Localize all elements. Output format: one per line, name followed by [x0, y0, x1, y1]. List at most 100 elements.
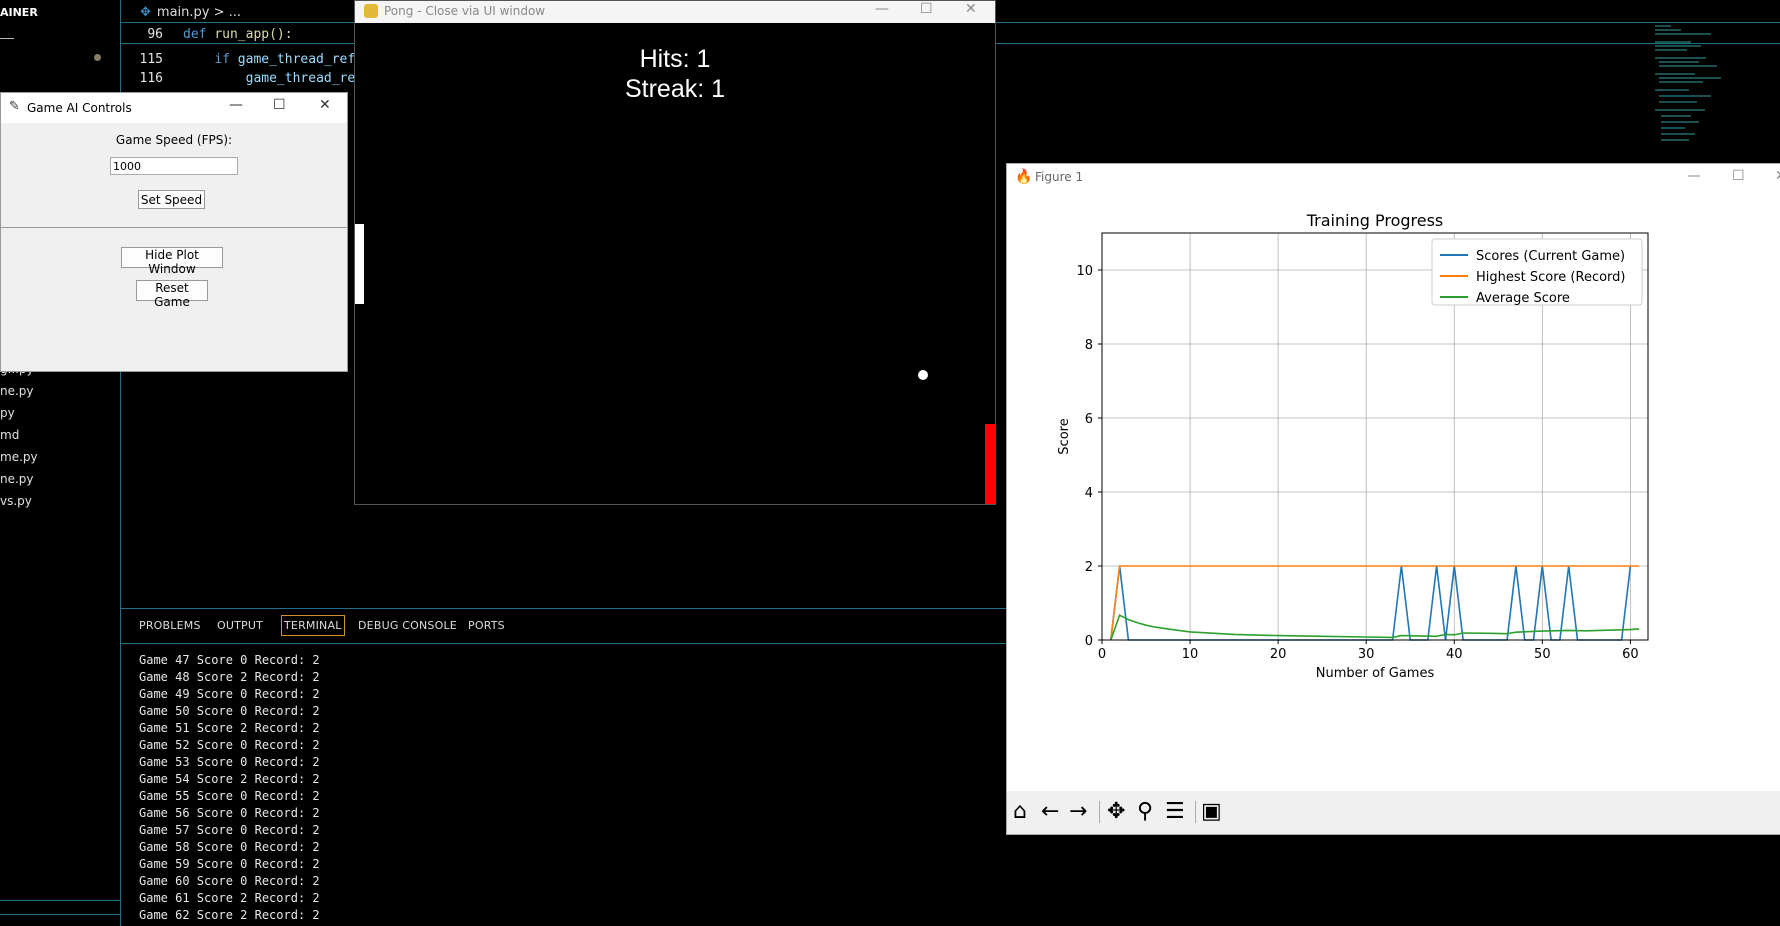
explorer-file[interactable]: py: [0, 406, 15, 420]
terminal-line: Game 53 Score 0 Record: 2: [139, 755, 320, 769]
training-progress-chart[interactable]: 0 10 20 30 40 50 60 0 2 4 6 8 10 Training Progress Num…: [1007, 192, 1780, 791]
terminal-line: Game 57 Score 0 Record: 2: [139, 823, 320, 837]
window-title: Game AI Controls: [27, 101, 132, 115]
terminal-line: Game 49 Score 0 Record: 2: [139, 687, 320, 701]
panel-divider: [121, 643, 1006, 644]
code-line[interactable]: 115 if game_thread_ref: [121, 52, 356, 67]
code-line[interactable]: 96 def run_app():: [121, 27, 293, 42]
y-tick-label: 6: [1085, 412, 1093, 427]
keyword: if: [214, 52, 230, 67]
close-icon[interactable]: ✕: [1775, 168, 1780, 184]
speed-input[interactable]: [110, 157, 238, 175]
minimize-icon[interactable]: —: [229, 97, 243, 113]
x-tick-label: 20: [1270, 647, 1287, 662]
x-axis-label: Number of Games: [1316, 666, 1435, 681]
close-icon[interactable]: ✕: [319, 97, 331, 113]
terminal-line: Game 59 Score 0 Record: 2: [139, 857, 320, 871]
tab-problems[interactable]: PROBLEMS: [139, 619, 201, 632]
home-icon[interactable]: ⌂: [1013, 799, 1027, 824]
zoom-icon[interactable]: ⚲: [1137, 799, 1153, 824]
toolbar-divider: [1195, 801, 1196, 823]
panel-tabs: PROBLEMS OUTPUT TERMINAL DEBUG CONSOLE P…: [121, 608, 1006, 642]
terminal-line: Game 56 Score 0 Record: 2: [139, 806, 320, 820]
code-line[interactable]: 116 game_thread_re: [121, 71, 356, 86]
terminal-line: Game 50 Score 0 Record: 2: [139, 704, 320, 718]
maximize-icon[interactable]: ☐: [273, 97, 286, 113]
modified-dot: [94, 54, 101, 61]
streak-counter: Streak: 1: [624, 75, 726, 103]
explorer-file[interactable]: ne.py: [0, 472, 34, 486]
explorer-underline: [0, 38, 14, 39]
maximize-icon[interactable]: ☐: [1732, 168, 1745, 184]
tab-terminal[interactable]: TERMINAL: [281, 615, 345, 636]
python-file-icon: ✥: [140, 5, 151, 20]
y-tick-label: 10: [1076, 264, 1093, 279]
explorer-file[interactable]: ne.py: [0, 384, 34, 398]
code-text: ():: [269, 27, 293, 42]
titlebar[interactable]: Pong - Close via UI window — ☐ ✕: [355, 1, 995, 23]
pan-icon[interactable]: ✥: [1107, 799, 1125, 824]
tab-output[interactable]: OUTPUT: [217, 619, 263, 632]
terminal-output[interactable]: Game 47 Score 0 Record: 2 Game 48 Score 2…: [139, 652, 320, 924]
divider: [0, 900, 120, 901]
window-title: Pong - Close via UI window: [384, 4, 546, 18]
maximize-icon[interactable]: ☐: [920, 1, 933, 17]
left-paddle: [355, 224, 364, 304]
terminal-line: Game 60 Score 0 Record: 2: [139, 874, 320, 888]
chart-title: Training Progress: [1306, 211, 1444, 230]
hide-plot-window-button[interactable]: Hide Plot Window: [121, 247, 223, 276]
x-tick-label: 40: [1446, 647, 1463, 662]
x-tick-label: 60: [1622, 647, 1639, 662]
feather-icon: ✎: [9, 99, 20, 114]
minimize-icon[interactable]: —: [1687, 168, 1701, 184]
window-title: Figure 1: [1035, 170, 1084, 184]
terminal-line: Game 48 Score 2 Record: 2: [139, 670, 320, 684]
terminal-line: Game 51 Score 2 Record: 2: [139, 721, 320, 735]
code-text: game_thread_ref: [229, 52, 356, 67]
keyword: def: [183, 27, 207, 42]
back-arrow-icon[interactable]: ←: [1041, 799, 1059, 824]
tab-debug-console[interactable]: DEBUG CONSOLE: [358, 619, 457, 632]
explorer-file[interactable]: vs.py: [0, 494, 32, 508]
figure-window: 🔥 Figure 1 — ☐ ✕ 0 10 20 30 40 50 60 0 2 4 6 8 10 Tra…: [1006, 163, 1780, 835]
forward-arrow-icon[interactable]: →: [1069, 799, 1087, 824]
titlebar[interactable]: ✎ Game AI Controls — ☐ ✕: [1, 93, 347, 123]
line-number: 96: [147, 27, 163, 42]
ball: [918, 370, 928, 380]
divider: [0, 914, 120, 915]
hits-counter: Hits: 1: [639, 45, 711, 73]
breadcrumb-file[interactable]: main.py: [157, 5, 210, 20]
y-tick-label: 0: [1085, 634, 1093, 649]
breadcrumb[interactable]: ✥ main.py > ...: [140, 5, 241, 20]
reset-game-button[interactable]: Reset Game: [136, 280, 208, 309]
configure-icon[interactable]: ☰: [1165, 799, 1185, 824]
right-paddle: [985, 424, 995, 504]
terminal-line: Game 61 Score 2 Record: 2: [139, 891, 320, 905]
series-line: [1110, 565, 1632, 641]
plot-toolbar: ⌂ ← → ✥ ⚲ ☰ ▣: [1007, 791, 1780, 834]
game-ai-controls-window: ✎ Game AI Controls — ☐ ✕ Game Speed (FPS…: [0, 92, 348, 372]
tab-ports[interactable]: PORTS: [468, 619, 505, 632]
speed-label: Game Speed (FPS):: [115, 133, 233, 147]
explorer-file[interactable]: md: [0, 428, 19, 442]
breadcrumb-rest[interactable]: > ...: [214, 5, 241, 20]
line-number: 116: [139, 71, 163, 86]
legend-label: Average Score: [1476, 291, 1570, 306]
set-speed-button[interactable]: Set Speed: [138, 190, 205, 209]
pong-window: Pong - Close via UI window — ☐ ✕ Hits: 1…: [354, 0, 996, 505]
titlebar[interactable]: 🔥 Figure 1 — ☐ ✕: [1007, 164, 1780, 192]
explorer-file[interactable]: me.py: [0, 450, 38, 464]
close-icon[interactable]: ✕: [965, 1, 977, 17]
minimize-icon[interactable]: —: [875, 1, 889, 17]
terminal-line: Game 52 Score 0 Record: 2: [139, 738, 320, 752]
terminal-line: Game 55 Score 0 Record: 2: [139, 789, 320, 803]
line-number: 115: [139, 52, 163, 67]
y-tick-label: 2: [1085, 560, 1093, 575]
x-tick-label: 0: [1098, 647, 1106, 662]
terminal-line: Game 62 Score 2 Record: 2: [139, 908, 320, 922]
terminal-line: Game 47 Score 0 Record: 2: [139, 653, 320, 667]
minimap[interactable]: [1651, 22, 1741, 162]
pygame-icon: [364, 4, 378, 18]
separator: [1, 227, 347, 228]
save-icon[interactable]: ▣: [1201, 799, 1222, 824]
